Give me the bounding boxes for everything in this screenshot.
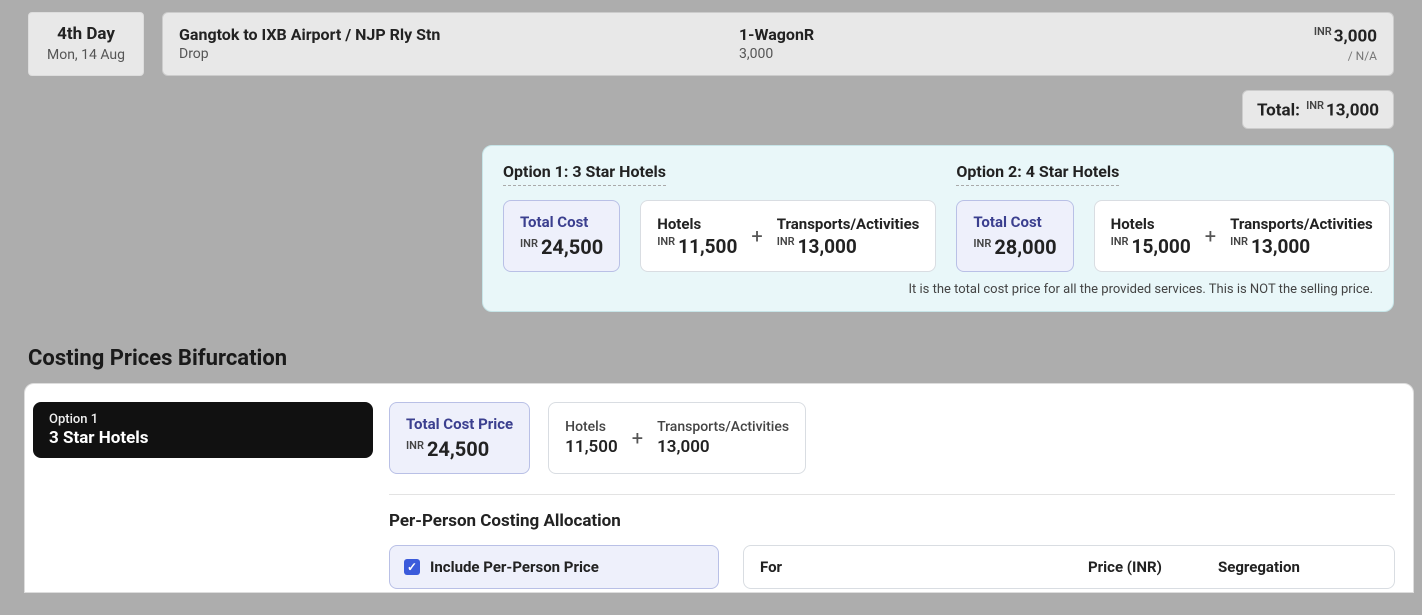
checkbox-checked-icon: ✓ <box>404 559 420 575</box>
option-2-transports-value: 13,000 <box>1251 235 1310 258</box>
currency-label: INR <box>973 237 991 250</box>
currency-label: INR <box>1230 235 1248 248</box>
include-label: Include Per-Person Price <box>430 558 599 576</box>
grand-total-value: 13,000 <box>1326 100 1379 120</box>
total-cost-price-box: Total Cost Price INR24,500 <box>389 402 530 474</box>
plus-icon: + <box>1205 224 1216 248</box>
option-2-breakdown-box: Hotels INR15,000 + Transports/Activities… <box>1094 200 1390 272</box>
tcp-label: Total Cost Price <box>406 415 513 433</box>
options-note: It is the total cost price for all the p… <box>503 282 1373 297</box>
option-1-column: Option 1: 3 Star Hotels Total Cost INR24… <box>503 162 936 272</box>
vehicle-price: 3,000 <box>739 46 1314 62</box>
th-segregation: Segregation <box>1218 558 1378 576</box>
plus-icon: + <box>632 426 643 450</box>
option-1-total-value: 24,500 <box>541 235 603 259</box>
bifur-hotels-value: 11,500 <box>565 437 618 457</box>
option-tab-sup: Option 1 <box>49 412 357 427</box>
bifurcation-panel: Option 1 3 Star Hotels Total Cost Price … <box>24 383 1414 593</box>
currency-label: INR <box>406 439 424 452</box>
bifurcation-title: Costing Prices Bifurcation <box>28 346 1422 371</box>
options-panel: Option 1: 3 Star Hotels Total Cost INR24… <box>482 145 1394 312</box>
option-1-breakdown-box: Hotels INR11,500 + Transports/Activities… <box>640 200 936 272</box>
divider <box>389 494 1395 495</box>
option-2-column: Option 2: 4 Star Hotels Total Cost INR28… <box>956 162 1389 272</box>
trip-price-value: 3,000 <box>1334 27 1377 47</box>
route-sub: Drop <box>179 46 739 62</box>
currency-label: INR <box>520 237 538 250</box>
th-for: For <box>760 558 1088 576</box>
currency-label: INR <box>1306 99 1324 112</box>
day-title: 4th Day <box>43 24 129 44</box>
vehicle-title: 1-WagonR <box>739 25 1314 44</box>
bifur-transports-value: 13,000 <box>657 437 789 457</box>
bifur-transports-label: Transports/Activities <box>657 419 789 435</box>
option-2-total-cost-box[interactable]: Total Cost INR28,000 <box>956 200 1073 272</box>
option-2-transports-label: Transports/Activities <box>1230 215 1373 233</box>
option-1-transports-label: Transports/Activities <box>777 215 920 233</box>
day-badge: 4th Day Mon, 14 Aug <box>28 12 144 76</box>
currency-label: INR <box>777 235 795 248</box>
day-row: 4th Day Mon, 14 Aug Gangtok to IXB Airpo… <box>28 12 1394 76</box>
bifur-hotels-label: Hotels <box>565 419 618 435</box>
option-1-transports-value: 13,000 <box>798 235 857 258</box>
option-2-hotels-value: 15,000 <box>1132 235 1191 258</box>
trip-price: INR3,000 <box>1314 25 1377 47</box>
trip-per: / N/A <box>1314 49 1377 63</box>
include-per-person-toggle[interactable]: ✓ Include Per-Person Price <box>389 545 719 589</box>
route-title: Gangtok to IXB Airport / NJP Rly Stn <box>179 25 739 44</box>
option-2-title: Option 2: 4 Star Hotels <box>956 162 1119 186</box>
trip-card[interactable]: Gangtok to IXB Airport / NJP Rly Stn Dro… <box>162 12 1394 76</box>
currency-label: INR <box>1111 235 1129 248</box>
option-tab-main: 3 Star Hotels <box>49 428 357 448</box>
tcp-value: 24,500 <box>427 437 489 461</box>
option-1-hotels-label: Hotels <box>657 215 737 233</box>
option-2-hotels-label: Hotels <box>1111 215 1191 233</box>
plus-icon: + <box>751 224 762 248</box>
ppca-table: For Price (INR) Segregation <box>743 545 1395 589</box>
day-date: Mon, 14 Aug <box>43 47 129 63</box>
option-2-total-value: 28,000 <box>994 235 1056 259</box>
option-1-total-label: Total Cost <box>520 213 603 231</box>
option-1-total-cost-box[interactable]: Total Cost INR24,500 <box>503 200 620 272</box>
option-2-total-label: Total Cost <box>973 213 1056 231</box>
option-1-title: Option 1: 3 Star Hotels <box>503 162 666 186</box>
currency-label: INR <box>1314 25 1332 38</box>
currency-label: INR <box>657 235 675 248</box>
option-1-tab[interactable]: Option 1 3 Star Hotels <box>33 402 373 458</box>
option-1-hotels-value: 11,500 <box>678 235 737 258</box>
bifur-breakdown-box: Hotels 11,500 + Transports/Activities 13… <box>548 402 806 474</box>
th-price: Price (INR) <box>1088 558 1218 576</box>
ppca-title: Per-Person Costing Allocation <box>389 511 1395 531</box>
grand-total-pill: Total: INR13,000 <box>1242 90 1394 130</box>
grand-total-label: Total: <box>1257 100 1300 120</box>
